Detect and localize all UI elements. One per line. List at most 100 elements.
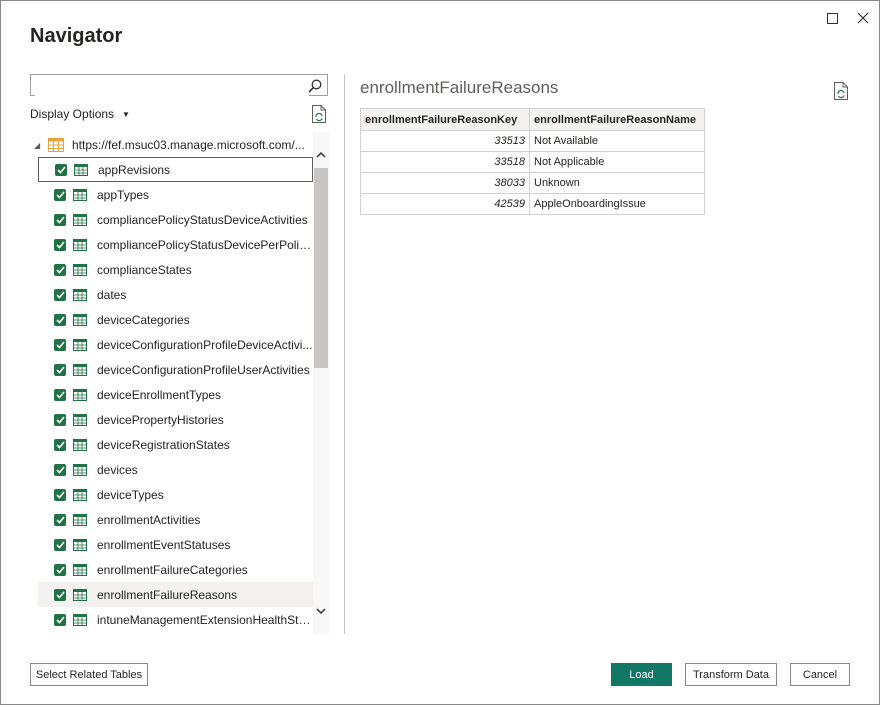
table-row: 33513 Not Available bbox=[360, 130, 705, 152]
checkmark-icon bbox=[55, 190, 65, 199]
tree-item[interactable]: compliancePolicyStatusDevicePerPolic... bbox=[38, 232, 313, 257]
checkbox[interactable] bbox=[54, 263, 66, 276]
checkmark-icon bbox=[55, 290, 65, 299]
checkbox[interactable] bbox=[54, 313, 66, 326]
tree-item[interactable]: compliancePolicyStatusDeviceActivities bbox=[38, 207, 313, 232]
tree-item[interactable]: appRevisions bbox=[38, 157, 313, 182]
search-icon[interactable] bbox=[307, 78, 323, 94]
tree-item[interactable]: deviceConfigurationProfileUserActivities bbox=[38, 357, 313, 382]
tree-item-label: enrollmentActivities bbox=[97, 512, 201, 527]
table-icon bbox=[73, 288, 87, 301]
checkmark-icon bbox=[55, 390, 65, 399]
scrollbar-thumb[interactable] bbox=[314, 168, 328, 368]
chevron-down-icon bbox=[316, 607, 326, 614]
search-box[interactable] bbox=[30, 74, 328, 96]
chevron-down-icon: ▼ bbox=[122, 109, 130, 119]
select-related-tables-button[interactable]: Select Related Tables bbox=[30, 663, 148, 686]
checkbox[interactable] bbox=[54, 588, 66, 601]
tree-item-label: intuneManagementExtensionHealthSta... bbox=[97, 612, 313, 627]
checkmark-icon bbox=[55, 315, 65, 324]
checkbox[interactable] bbox=[54, 238, 66, 251]
load-button[interactable]: Load bbox=[611, 663, 672, 686]
checkbox[interactable] bbox=[54, 438, 66, 451]
table-icon bbox=[73, 388, 87, 401]
scroll-up-button[interactable] bbox=[313, 146, 329, 162]
checkmark-icon bbox=[55, 565, 65, 574]
table-icon bbox=[74, 163, 88, 176]
tree-item[interactable]: intuneManagementExtensionHealthSta... bbox=[38, 607, 313, 632]
checkmark-icon bbox=[55, 590, 65, 599]
tree-item[interactable]: enrollmentFailureCategories bbox=[38, 557, 313, 582]
tree-item-label: deviceConfigurationProfileUserActivities bbox=[97, 362, 310, 377]
search-input[interactable] bbox=[35, 76, 309, 96]
table-icon bbox=[73, 313, 87, 326]
tree-scrollbar[interactable] bbox=[313, 132, 329, 634]
checkbox[interactable] bbox=[55, 163, 67, 176]
checkbox[interactable] bbox=[54, 188, 66, 201]
preview-title: enrollmentFailureReasons bbox=[360, 78, 559, 97]
table-icon bbox=[73, 513, 87, 526]
cancel-button[interactable]: Cancel bbox=[790, 663, 850, 686]
display-options-dropdown[interactable]: Display Options ▼ bbox=[30, 107, 130, 121]
checkbox[interactable] bbox=[54, 213, 66, 226]
table-row: 42539 AppleOnboardingIssue bbox=[360, 193, 705, 215]
tree-item[interactable]: appTypes bbox=[38, 182, 313, 207]
checkbox[interactable] bbox=[54, 488, 66, 501]
checkmark-icon bbox=[56, 165, 66, 174]
tree-item-label: deviceTypes bbox=[97, 487, 164, 502]
feed-icon bbox=[48, 138, 64, 152]
navigator-tree: ◢ https://fef.msuc03.manage.microsoft.co… bbox=[30, 132, 313, 634]
table-cell: Not Applicable bbox=[529, 151, 705, 173]
table-icon bbox=[73, 363, 87, 376]
checkbox[interactable] bbox=[54, 538, 66, 551]
checkbox[interactable] bbox=[54, 563, 66, 576]
column-header[interactable]: enrollmentFailureReasonKey bbox=[360, 108, 530, 131]
refresh-icon[interactable] bbox=[311, 105, 327, 123]
tree-root-node[interactable]: ◢ https://fef.msuc03.manage.microsoft.co… bbox=[30, 136, 305, 154]
tree-item[interactable]: deviceCategories bbox=[38, 307, 313, 332]
maximize-icon bbox=[826, 12, 838, 24]
tree-item-label: appRevisions bbox=[98, 162, 171, 177]
tree-item[interactable]: complianceStates bbox=[38, 257, 313, 282]
tree-item[interactable]: devices bbox=[38, 457, 313, 482]
transform-data-button[interactable]: Transform Data bbox=[685, 663, 777, 686]
tree-root-label: https://fef.msuc03.manage.microsoft.com/… bbox=[72, 138, 305, 152]
close-button[interactable] bbox=[852, 7, 874, 29]
table-icon bbox=[73, 488, 87, 501]
tree-item[interactable]: deviceTypes bbox=[38, 482, 313, 507]
tree-item[interactable]: enrollmentEventStatuses bbox=[38, 532, 313, 557]
tree-item-label: deviceRegistrationStates bbox=[97, 437, 230, 452]
table-icon bbox=[73, 213, 87, 226]
table-icon bbox=[73, 438, 87, 451]
table-cell: Not Available bbox=[529, 130, 705, 152]
tree-item[interactable]: dates bbox=[38, 282, 313, 307]
table-icon bbox=[73, 263, 87, 276]
checkbox[interactable] bbox=[54, 613, 66, 626]
tree-item[interactable]: enrollmentFailureReasons bbox=[38, 582, 313, 607]
checkbox[interactable] bbox=[54, 288, 66, 301]
tree-item-label: enrollmentEventStatuses bbox=[97, 537, 231, 552]
table-icon bbox=[73, 413, 87, 426]
tree-item-label: compliancePolicyStatusDeviceActivities bbox=[97, 212, 308, 227]
tree-item[interactable]: deviceEnrollmentTypes bbox=[38, 382, 313, 407]
checkbox[interactable] bbox=[54, 363, 66, 376]
tree-item[interactable]: deviceConfigurationProfileDeviceActivi..… bbox=[38, 332, 313, 357]
refresh-preview-icon[interactable] bbox=[833, 82, 849, 100]
column-header[interactable]: enrollmentFailureReasonName bbox=[529, 108, 705, 131]
tree-item-label: dates bbox=[97, 287, 127, 302]
tree-item[interactable]: deviceRegistrationStates bbox=[38, 432, 313, 457]
table-icon bbox=[73, 238, 87, 251]
checkbox[interactable] bbox=[54, 388, 66, 401]
checkbox[interactable] bbox=[54, 513, 66, 526]
tree-item[interactable]: enrollmentActivities bbox=[38, 507, 313, 532]
tree-item[interactable]: devicePropertyHistories bbox=[38, 407, 313, 432]
scroll-down-button[interactable] bbox=[313, 603, 329, 619]
checkbox[interactable] bbox=[54, 338, 66, 351]
table-icon bbox=[73, 563, 87, 576]
checkbox[interactable] bbox=[54, 463, 66, 476]
collapse-triangle-icon[interactable]: ◢ bbox=[34, 141, 44, 150]
maximize-button[interactable] bbox=[821, 7, 843, 29]
pane-divider bbox=[344, 74, 345, 634]
checkbox[interactable] bbox=[54, 413, 66, 426]
tree-item-label: devices bbox=[97, 462, 138, 477]
